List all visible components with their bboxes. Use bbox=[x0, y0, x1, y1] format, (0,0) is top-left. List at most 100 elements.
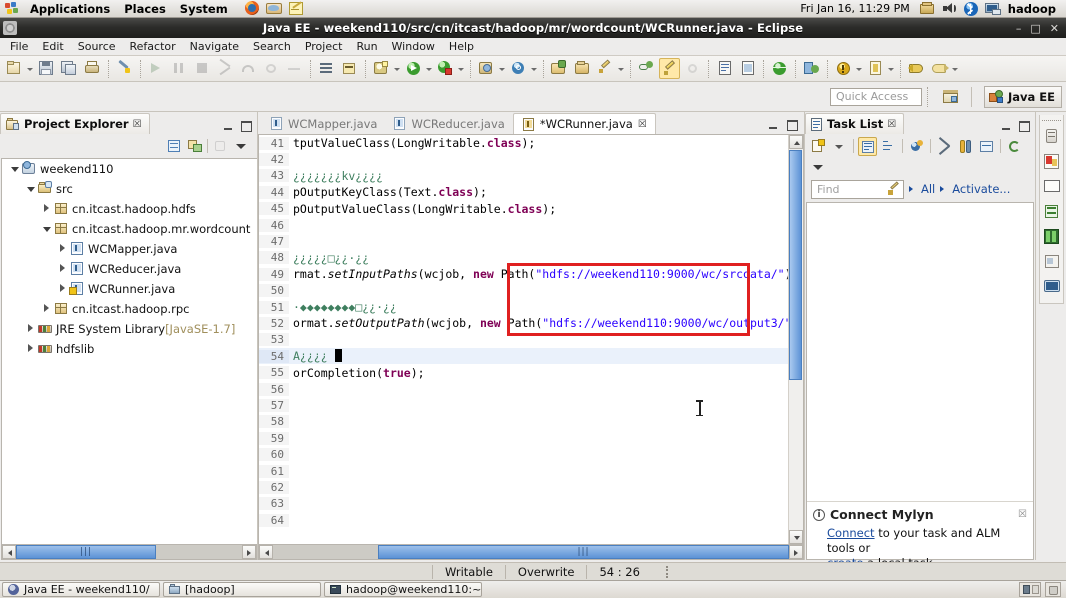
tree-item-hdfslib[interactable]: hdfslib bbox=[2, 339, 257, 359]
status-resize-grip[interactable] bbox=[665, 565, 668, 578]
data-source-icon[interactable] bbox=[1041, 226, 1062, 247]
external-tools-icon[interactable] bbox=[476, 58, 497, 79]
code-line[interactable]: 48 ¿¿¿¿¿□¿¿·¿¿ bbox=[259, 250, 788, 266]
problems-icon[interactable] bbox=[1041, 151, 1062, 172]
scroll-down-icon[interactable] bbox=[789, 530, 803, 544]
clock[interactable]: Fri Jan 16, 11:29 PM bbox=[794, 2, 915, 15]
focus-icon[interactable] bbox=[907, 137, 926, 156]
tree-item-weekend110[interactable]: weekend110 bbox=[2, 159, 257, 179]
categorized-icon[interactable] bbox=[858, 136, 877, 156]
taskbar-item-eclipse[interactable]: Java EE - weekend110/ bbox=[2, 582, 160, 597]
window-minimize-button[interactable]: – bbox=[1016, 23, 1022, 34]
open-folder-icon[interactable] bbox=[572, 58, 593, 79]
open-resource-icon[interactable] bbox=[549, 58, 570, 79]
code-line[interactable]: 45 pOutputValueClass(LongWritable.class); bbox=[259, 201, 788, 217]
code-line[interactable]: 43 ¿¿¿¿¿¿¿kv¿¿¿¿ bbox=[259, 168, 788, 184]
open-task-icon[interactable] bbox=[737, 58, 758, 79]
run-as-icon[interactable] bbox=[435, 58, 456, 79]
tab-project-explorer[interactable]: Project Explorer ☒ bbox=[0, 113, 150, 134]
menu-help[interactable]: Help bbox=[442, 38, 481, 56]
new-task-dropdown-arrow[interactable] bbox=[830, 137, 849, 156]
back-icon[interactable] bbox=[906, 58, 927, 79]
pencil-highlight-icon[interactable] bbox=[659, 58, 680, 79]
chevron-down-icon[interactable] bbox=[24, 179, 37, 199]
print-icon[interactable] bbox=[82, 58, 103, 79]
menu-source[interactable]: Source bbox=[71, 38, 123, 56]
code-line[interactable]: 56 bbox=[259, 381, 788, 397]
menu-refactor[interactable]: Refactor bbox=[123, 38, 183, 56]
taskbar-item-files[interactable]: [hadoop] bbox=[163, 582, 321, 597]
menu-places[interactable]: Places bbox=[117, 0, 173, 18]
tree-item-wcreducer-java[interactable]: WCReducer.java bbox=[2, 259, 257, 279]
task-find-input[interactable]: Find bbox=[811, 179, 904, 199]
code-line[interactable]: 50 bbox=[259, 283, 788, 299]
java-perspective-icon[interactable] bbox=[801, 58, 822, 79]
toggle-markoccurrences-icon[interactable] bbox=[114, 58, 135, 79]
code-line[interactable]: 58 bbox=[259, 414, 788, 430]
code-line[interactable]: 47 bbox=[259, 233, 788, 249]
open-perspective-icon[interactable] bbox=[940, 86, 962, 108]
clear-brush-icon[interactable] bbox=[887, 180, 900, 196]
save-icon[interactable] bbox=[36, 58, 57, 79]
chevron-right-icon[interactable] bbox=[56, 239, 69, 259]
tree-item-cn-itcast-hadoop-hdfs[interactable]: cn.itcast.hadoop.hdfs bbox=[2, 199, 257, 219]
code-viewport[interactable]: 41 tputValueClass(LongWritable.class); 42 4… bbox=[259, 135, 788, 544]
hscroll-thumb[interactable]: ||| bbox=[378, 545, 789, 559]
new-wizard-dropdown-arrow[interactable] bbox=[26, 58, 35, 79]
synchronize-icon[interactable] bbox=[956, 137, 975, 156]
editor-tab-wcmapperjava[interactable]: WCMapper.java bbox=[262, 113, 385, 134]
menu-search[interactable]: Search bbox=[246, 38, 298, 56]
notes-icon[interactable] bbox=[286, 0, 306, 17]
save-all-icon[interactable] bbox=[59, 58, 80, 79]
clear-icon[interactable] bbox=[935, 136, 954, 156]
link-with-editor-icon[interactable] bbox=[186, 137, 204, 155]
debug-dropdown-arrow[interactable] bbox=[425, 58, 434, 79]
servers-icon[interactable] bbox=[1041, 126, 1062, 147]
code-line[interactable]: 57 bbox=[259, 397, 788, 413]
archive-icon[interactable] bbox=[917, 0, 937, 17]
code-line[interactable]: 60 bbox=[259, 446, 788, 462]
hscroll-thumb[interactable]: ||| bbox=[16, 545, 156, 559]
project-explorer-hscrollbar[interactable]: ||| bbox=[1, 545, 257, 560]
close-icon[interactable]: ☒ bbox=[887, 119, 896, 130]
chevron-right-icon[interactable] bbox=[40, 299, 53, 319]
search-dropdown-arrow[interactable] bbox=[530, 58, 539, 79]
firefox-icon[interactable] bbox=[242, 0, 262, 17]
filter-activate-link[interactable]: Activate... bbox=[952, 182, 1010, 196]
package-dropdown-arrow[interactable] bbox=[393, 58, 402, 79]
scroll-right-icon[interactable] bbox=[242, 545, 256, 559]
forward-icon[interactable] bbox=[929, 58, 950, 79]
tree-item-cn-itcast-hadoop-mr-wordcount[interactable]: cn.itcast.hadoop.mr.wordcount bbox=[2, 219, 257, 239]
minimize-icon[interactable] bbox=[1001, 121, 1012, 132]
properties-view-icon[interactable] bbox=[1041, 251, 1062, 272]
code-line[interactable]: 46 bbox=[259, 217, 788, 233]
chevron-down-icon[interactable] bbox=[8, 159, 21, 179]
collapse-all-icon[interactable] bbox=[165, 137, 183, 155]
code-line[interactable]: 41 tputValueClass(LongWritable.class); bbox=[259, 135, 788, 151]
window-close-button[interactable]: ✕ bbox=[1050, 23, 1059, 34]
snippets-icon[interactable] bbox=[1041, 201, 1062, 222]
scroll-right-icon[interactable] bbox=[789, 545, 803, 559]
editor-hscrollbar[interactable]: ||| bbox=[258, 545, 804, 560]
menu-edit[interactable]: Edit bbox=[35, 38, 70, 56]
minimize-icon[interactable] bbox=[768, 120, 779, 131]
perspective-java-ee-button[interactable]: Java EE bbox=[983, 85, 1062, 108]
taskbar-item-terminal[interactable]: hadoop@weekend110:~ bbox=[324, 582, 482, 597]
annotation-dropdown-arrow[interactable] bbox=[887, 58, 896, 79]
console-icon[interactable] bbox=[1041, 176, 1062, 197]
menu-system[interactable]: System bbox=[173, 0, 235, 18]
editor-vscrollbar[interactable] bbox=[788, 135, 803, 544]
code-line[interactable]: 54 A¿¿¿¿ bbox=[259, 348, 788, 365]
menu-applications[interactable]: Applications bbox=[23, 0, 117, 18]
close-icon[interactable]: ☒ bbox=[1018, 509, 1027, 520]
search-icon[interactable] bbox=[508, 58, 529, 79]
chevron-down-icon[interactable] bbox=[40, 219, 53, 239]
scroll-up-icon[interactable] bbox=[789, 135, 803, 149]
menu-project[interactable]: Project bbox=[298, 38, 350, 56]
open-type-icon[interactable] bbox=[714, 58, 735, 79]
email-icon[interactable] bbox=[264, 0, 284, 17]
quick-access-input[interactable]: Quick Access bbox=[829, 87, 922, 106]
window-maximize-button[interactable]: □ bbox=[1030, 23, 1040, 34]
code-line[interactable]: 62 bbox=[259, 479, 788, 495]
close-icon[interactable]: ☒ bbox=[638, 119, 647, 130]
